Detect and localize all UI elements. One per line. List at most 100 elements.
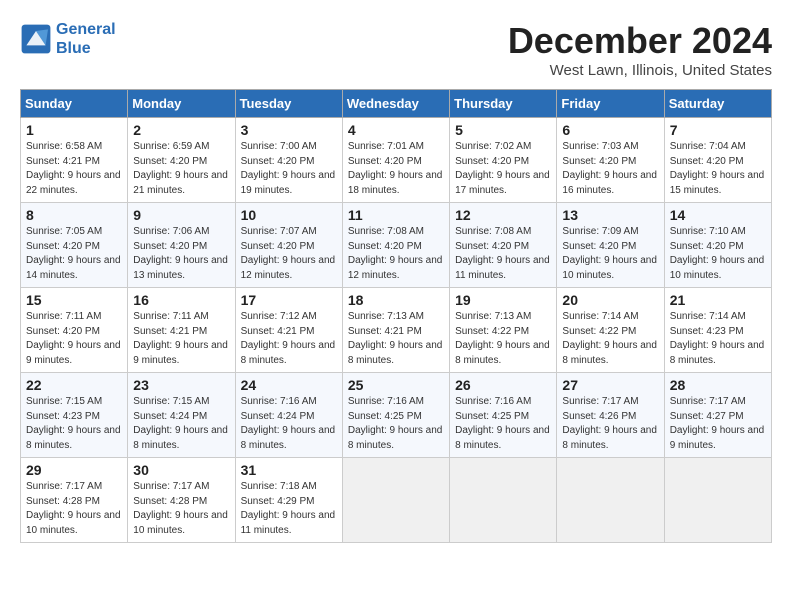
day-number: 23: [133, 377, 229, 393]
logo-text: General Blue: [56, 20, 116, 58]
cell-info: Sunrise: 7:14 AMSunset: 4:22 PMDaylight:…: [562, 311, 657, 366]
calendar-cell: 17 Sunrise: 7:12 AMSunset: 4:21 PMDaylig…: [235, 288, 342, 373]
day-number: 8: [26, 207, 122, 223]
title-block: December 2024 West Lawn, Illinois, Unite…: [508, 20, 772, 79]
day-number: 19: [455, 292, 551, 308]
calendar-cell: 16 Sunrise: 7:11 AMSunset: 4:21 PMDaylig…: [128, 288, 235, 373]
calendar-cell: 31 Sunrise: 7:18 AMSunset: 4:29 PMDaylig…: [235, 458, 342, 543]
calendar-cell: 23 Sunrise: 7:15 AMSunset: 4:24 PMDaylig…: [128, 373, 235, 458]
week-row-4: 22 Sunrise: 7:15 AMSunset: 4:23 PMDaylig…: [21, 373, 772, 458]
day-number: 25: [348, 377, 444, 393]
column-header-sunday: Sunday: [21, 90, 128, 118]
day-number: 3: [241, 122, 337, 138]
day-number: 17: [241, 292, 337, 308]
calendar-cell: 4 Sunrise: 7:01 AMSunset: 4:20 PMDayligh…: [342, 118, 449, 203]
location: West Lawn, Illinois, United States: [508, 62, 772, 79]
day-number: 14: [670, 207, 766, 223]
calendar-cell: [557, 458, 664, 543]
cell-info: Sunrise: 7:17 AMSunset: 4:27 PMDaylight:…: [670, 396, 765, 451]
calendar-cell: 24 Sunrise: 7:16 AMSunset: 4:24 PMDaylig…: [235, 373, 342, 458]
calendar-cell: 26 Sunrise: 7:16 AMSunset: 4:25 PMDaylig…: [450, 373, 557, 458]
week-row-2: 8 Sunrise: 7:05 AMSunset: 4:20 PMDayligh…: [21, 203, 772, 288]
column-header-thursday: Thursday: [450, 90, 557, 118]
calendar-cell: [664, 458, 771, 543]
day-number: 15: [26, 292, 122, 308]
week-row-3: 15 Sunrise: 7:11 AMSunset: 4:20 PMDaylig…: [21, 288, 772, 373]
calendar-cell: 8 Sunrise: 7:05 AMSunset: 4:20 PMDayligh…: [21, 203, 128, 288]
cell-info: Sunrise: 7:10 AMSunset: 4:20 PMDaylight:…: [670, 226, 765, 281]
calendar-cell: 15 Sunrise: 7:11 AMSunset: 4:20 PMDaylig…: [21, 288, 128, 373]
cell-info: Sunrise: 7:14 AMSunset: 4:23 PMDaylight:…: [670, 311, 765, 366]
cell-info: Sunrise: 7:09 AMSunset: 4:20 PMDaylight:…: [562, 226, 657, 281]
calendar-cell: 30 Sunrise: 7:17 AMSunset: 4:28 PMDaylig…: [128, 458, 235, 543]
cell-info: Sunrise: 7:16 AMSunset: 4:24 PMDaylight:…: [241, 396, 336, 451]
cell-info: Sunrise: 7:18 AMSunset: 4:29 PMDaylight:…: [241, 481, 336, 536]
day-number: 1: [26, 122, 122, 138]
logo-icon: [20, 23, 52, 55]
cell-info: Sunrise: 7:02 AMSunset: 4:20 PMDaylight:…: [455, 141, 550, 196]
cell-info: Sunrise: 7:03 AMSunset: 4:20 PMDaylight:…: [562, 141, 657, 196]
day-number: 29: [26, 462, 122, 478]
cell-info: Sunrise: 7:15 AMSunset: 4:24 PMDaylight:…: [133, 396, 228, 451]
day-number: 12: [455, 207, 551, 223]
calendar-cell: 22 Sunrise: 7:15 AMSunset: 4:23 PMDaylig…: [21, 373, 128, 458]
calendar-cell: 1 Sunrise: 6:58 AMSunset: 4:21 PMDayligh…: [21, 118, 128, 203]
day-number: 27: [562, 377, 658, 393]
week-row-5: 29 Sunrise: 7:17 AMSunset: 4:28 PMDaylig…: [21, 458, 772, 543]
cell-info: Sunrise: 7:17 AMSunset: 4:28 PMDaylight:…: [26, 481, 121, 536]
cell-info: Sunrise: 7:16 AMSunset: 4:25 PMDaylight:…: [348, 396, 443, 451]
cell-info: Sunrise: 7:08 AMSunset: 4:20 PMDaylight:…: [455, 226, 550, 281]
day-number: 28: [670, 377, 766, 393]
calendar-cell: 19 Sunrise: 7:13 AMSunset: 4:22 PMDaylig…: [450, 288, 557, 373]
day-number: 22: [26, 377, 122, 393]
day-number: 18: [348, 292, 444, 308]
cell-info: Sunrise: 7:05 AMSunset: 4:20 PMDaylight:…: [26, 226, 121, 281]
calendar-cell: 13 Sunrise: 7:09 AMSunset: 4:20 PMDaylig…: [557, 203, 664, 288]
day-number: 26: [455, 377, 551, 393]
calendar-cell: 7 Sunrise: 7:04 AMSunset: 4:20 PMDayligh…: [664, 118, 771, 203]
day-number: 11: [348, 207, 444, 223]
day-number: 13: [562, 207, 658, 223]
cell-info: Sunrise: 7:08 AMSunset: 4:20 PMDaylight:…: [348, 226, 443, 281]
calendar-cell: 20 Sunrise: 7:14 AMSunset: 4:22 PMDaylig…: [557, 288, 664, 373]
calendar-cell: 29 Sunrise: 7:17 AMSunset: 4:28 PMDaylig…: [21, 458, 128, 543]
logo: General Blue: [20, 20, 116, 58]
cell-info: Sunrise: 7:15 AMSunset: 4:23 PMDaylight:…: [26, 396, 121, 451]
calendar-cell: [342, 458, 449, 543]
day-number: 10: [241, 207, 337, 223]
calendar-cell: 10 Sunrise: 7:07 AMSunset: 4:20 PMDaylig…: [235, 203, 342, 288]
calendar-cell: 21 Sunrise: 7:14 AMSunset: 4:23 PMDaylig…: [664, 288, 771, 373]
calendar-cell: 6 Sunrise: 7:03 AMSunset: 4:20 PMDayligh…: [557, 118, 664, 203]
column-header-tuesday: Tuesday: [235, 90, 342, 118]
day-number: 2: [133, 122, 229, 138]
day-number: 20: [562, 292, 658, 308]
column-header-saturday: Saturday: [664, 90, 771, 118]
day-number: 21: [670, 292, 766, 308]
day-number: 5: [455, 122, 551, 138]
calendar-cell: 3 Sunrise: 7:00 AMSunset: 4:20 PMDayligh…: [235, 118, 342, 203]
cell-info: Sunrise: 7:00 AMSunset: 4:20 PMDaylight:…: [241, 141, 336, 196]
cell-info: Sunrise: 7:11 AMSunset: 4:21 PMDaylight:…: [133, 311, 228, 366]
cell-info: Sunrise: 7:07 AMSunset: 4:20 PMDaylight:…: [241, 226, 336, 281]
cell-info: Sunrise: 7:17 AMSunset: 4:26 PMDaylight:…: [562, 396, 657, 451]
day-number: 16: [133, 292, 229, 308]
cell-info: Sunrise: 6:58 AMSunset: 4:21 PMDaylight:…: [26, 141, 121, 196]
cell-info: Sunrise: 7:13 AMSunset: 4:22 PMDaylight:…: [455, 311, 550, 366]
calendar-cell: 9 Sunrise: 7:06 AMSunset: 4:20 PMDayligh…: [128, 203, 235, 288]
calendar-cell: 18 Sunrise: 7:13 AMSunset: 4:21 PMDaylig…: [342, 288, 449, 373]
header-row: SundayMondayTuesdayWednesdayThursdayFrid…: [21, 90, 772, 118]
day-number: 6: [562, 122, 658, 138]
calendar-cell: 14 Sunrise: 7:10 AMSunset: 4:20 PMDaylig…: [664, 203, 771, 288]
week-row-1: 1 Sunrise: 6:58 AMSunset: 4:21 PMDayligh…: [21, 118, 772, 203]
month-title: December 2024: [508, 20, 772, 62]
cell-info: Sunrise: 7:13 AMSunset: 4:21 PMDaylight:…: [348, 311, 443, 366]
column-header-monday: Monday: [128, 90, 235, 118]
cell-info: Sunrise: 6:59 AMSunset: 4:20 PMDaylight:…: [133, 141, 228, 196]
cell-info: Sunrise: 7:12 AMSunset: 4:21 PMDaylight:…: [241, 311, 336, 366]
calendar-cell: 12 Sunrise: 7:08 AMSunset: 4:20 PMDaylig…: [450, 203, 557, 288]
day-number: 4: [348, 122, 444, 138]
calendar-cell: 11 Sunrise: 7:08 AMSunset: 4:20 PMDaylig…: [342, 203, 449, 288]
day-number: 30: [133, 462, 229, 478]
calendar-cell: 28 Sunrise: 7:17 AMSunset: 4:27 PMDaylig…: [664, 373, 771, 458]
cell-info: Sunrise: 7:04 AMSunset: 4:20 PMDaylight:…: [670, 141, 765, 196]
